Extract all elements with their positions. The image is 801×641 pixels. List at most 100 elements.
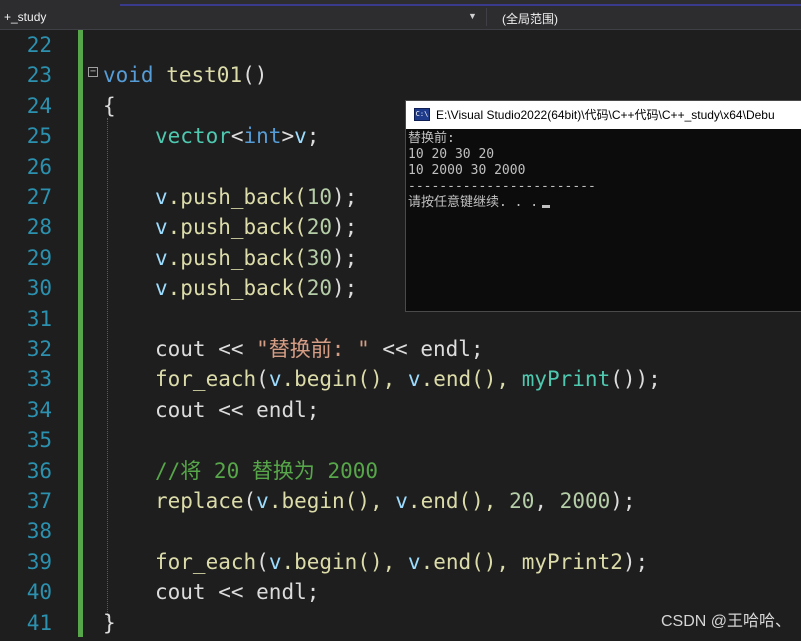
code-line[interactable]: cout << endl;	[155, 577, 319, 607]
code-line[interactable]: void test01()	[103, 60, 267, 90]
line-number: 41	[26, 610, 52, 635]
line-number: 39	[26, 549, 52, 574]
type-name: myPrint	[521, 367, 611, 392]
variable: v	[155, 245, 168, 270]
punctuation: ;	[306, 124, 320, 149]
method-call: .end(),	[420, 367, 522, 392]
line-number: 36	[26, 458, 52, 483]
code-line[interactable]: for_each(v.begin(), v.end(), myPrint2);	[155, 547, 648, 577]
variable: v	[268, 367, 282, 392]
method-call: .end(),	[407, 489, 510, 513]
method-call: .begin(),	[281, 367, 408, 392]
code-line[interactable]: for_each(v.begin(), v.end(), myPrint());	[155, 364, 661, 394]
code-line[interactable]: cout << endl;	[155, 395, 319, 425]
operator: <<	[369, 337, 421, 361]
number-literal: 2000	[559, 489, 611, 513]
line-number: 35	[26, 428, 52, 453]
operator: <<	[205, 580, 257, 605]
code-line[interactable]: v.push_back(20);	[155, 212, 357, 242]
console-line: 替换前:	[408, 131, 455, 146]
identifier: cout	[155, 337, 206, 361]
method-call: .begin(),	[268, 489, 396, 513]
punctuation: (	[256, 549, 269, 574]
number-literal: 20	[306, 276, 333, 301]
type-name: vector	[155, 124, 231, 149]
change-tracking-bar	[78, 30, 83, 637]
method-call: .push_back(	[167, 185, 307, 209]
line-number: 38	[26, 519, 52, 544]
identifier: endl	[420, 337, 471, 361]
keyword: void	[103, 63, 154, 88]
punctuation: );	[622, 549, 649, 574]
variable: v	[155, 276, 168, 301]
punctuation: );	[332, 215, 358, 240]
project-dropdown[interactable]: +_study	[4, 10, 46, 24]
punctuation: <	[230, 124, 244, 149]
function-name: for_each	[155, 367, 257, 392]
operator: <<	[205, 337, 257, 361]
function-name: replace	[155, 489, 244, 513]
keyword: int	[243, 124, 282, 149]
number-literal: 20	[509, 489, 535, 513]
identifier: cout	[155, 580, 206, 605]
identifier: cout	[155, 397, 206, 422]
function-name: myPrint2	[521, 549, 623, 574]
console-prompt: 请按任意键继续. . .	[408, 195, 539, 210]
punctuation: ;	[306, 580, 320, 605]
scope-dropdown[interactable]: (全局范围)	[502, 10, 558, 27]
code-line[interactable]: vector<int>v;	[155, 121, 319, 151]
string-literal: "替换前: "	[256, 337, 370, 361]
console-title: E:\Visual Studio2022(64bit)\代码\C++代码\C++…	[436, 108, 775, 122]
console-line: 10 2000 30 2000	[408, 163, 526, 178]
chevron-down-icon[interactable]: ▼	[468, 11, 477, 21]
punctuation: );	[332, 185, 358, 209]
punctuation: );	[332, 276, 358, 301]
line-number: 34	[26, 397, 52, 422]
variable: v	[155, 215, 168, 240]
identifier: endl	[256, 397, 307, 422]
variable: v	[256, 489, 269, 513]
variable: v	[407, 367, 421, 392]
punctuation: (	[243, 489, 257, 513]
line-number: 24	[26, 93, 52, 118]
code-line[interactable]: cout << "替换前: " << endl;	[155, 334, 484, 364]
code-comment[interactable]: //将 20 替换为 2000	[155, 456, 378, 486]
toolbar-divider	[486, 8, 487, 26]
line-number: 23	[26, 63, 52, 88]
punctuation: ());	[610, 367, 661, 392]
code-line[interactable]: v.push_back(10);	[155, 182, 357, 212]
punctuation: >	[281, 124, 295, 149]
line-number: 37	[26, 489, 52, 513]
line-number: 29	[26, 245, 52, 270]
line-number: 33	[26, 367, 52, 392]
line-number: 40	[26, 580, 52, 605]
console-window[interactable]: C:\ E:\Visual Studio2022(64bit)\代码\C++代码…	[405, 100, 801, 312]
code-line[interactable]: v.push_back(30);	[155, 243, 357, 273]
method-call: .push_back(	[167, 276, 307, 301]
code-line[interactable]: {	[103, 91, 116, 121]
punctuation: ;	[306, 397, 320, 422]
code-line[interactable]: replace(v.begin(), v.end(), 20, 2000);	[155, 486, 636, 516]
console-title-bar[interactable]: C:\ E:\Visual Studio2022(64bit)\代码\C++代码…	[406, 101, 801, 129]
line-number: 28	[26, 215, 52, 240]
method-call: .begin(),	[281, 549, 408, 574]
code-line[interactable]: v.push_back(20);	[155, 273, 357, 303]
code-line[interactable]: }	[103, 608, 116, 638]
punctuation: );	[332, 245, 358, 270]
collapse-icon[interactable]: −	[88, 67, 98, 77]
method-call: .end(),	[420, 549, 522, 574]
console-line: ------------------------	[408, 179, 596, 194]
line-number: 22	[26, 33, 52, 57]
number-literal: 10	[306, 185, 333, 209]
variable: v	[268, 549, 282, 574]
operator: <<	[205, 397, 257, 422]
console-prompt-line: 请按任意键继续. . .	[408, 195, 801, 211]
text-cursor	[542, 205, 551, 208]
function-name: for_each	[155, 549, 257, 574]
variable: v	[155, 185, 168, 209]
function-name: test01	[166, 63, 243, 88]
console-line: 10 20 30 20	[408, 147, 495, 162]
line-number: 31	[26, 306, 52, 331]
punctuation: ,	[534, 489, 560, 513]
punctuation: ;	[470, 337, 484, 361]
